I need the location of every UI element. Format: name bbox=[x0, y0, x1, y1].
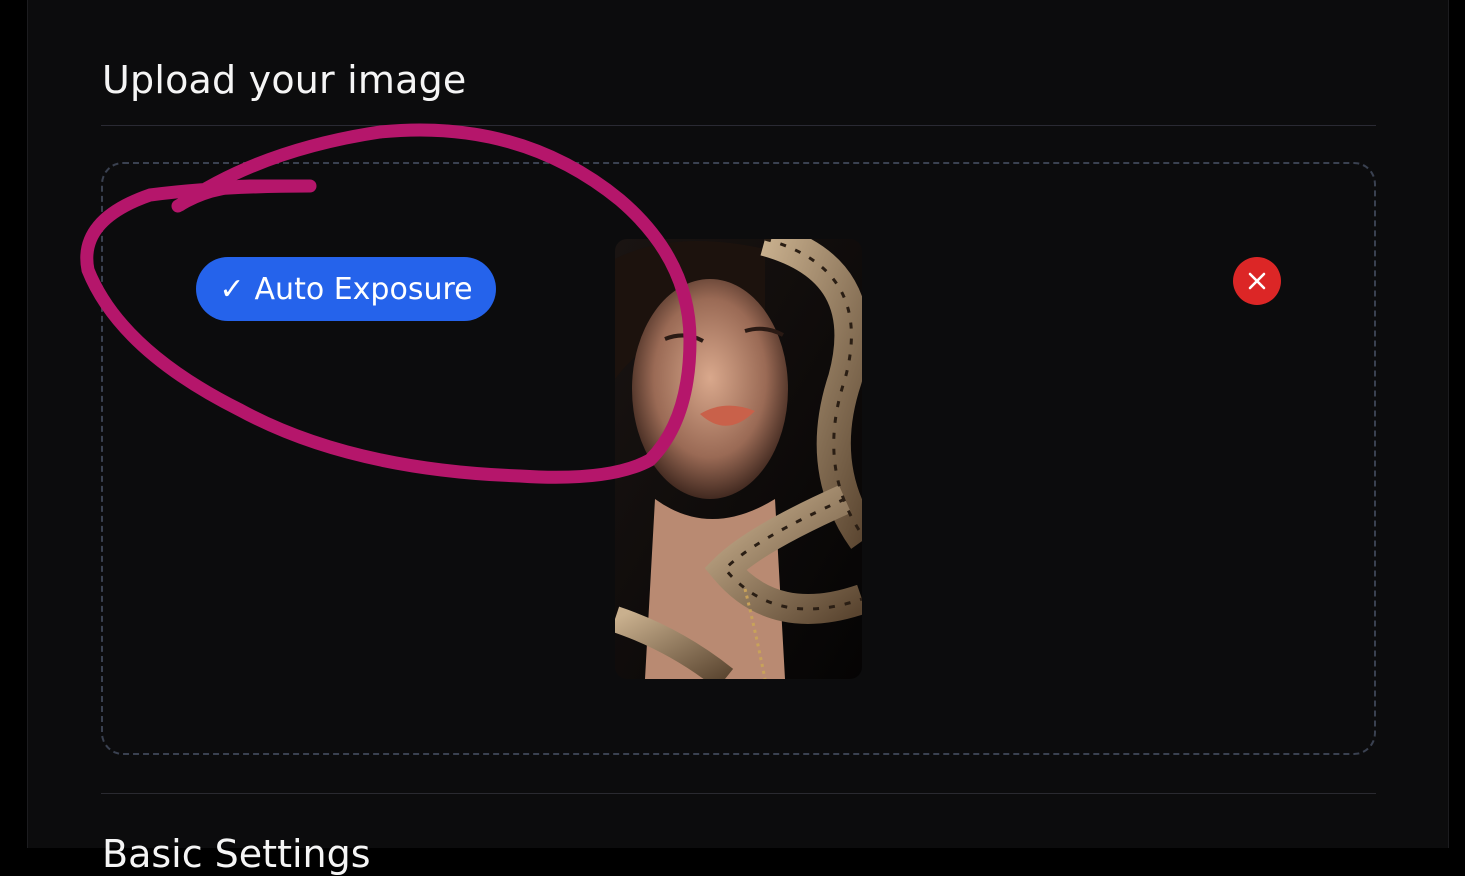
checkmark-icon: ✓ bbox=[219, 271, 245, 307]
section-divider-bottom bbox=[101, 793, 1376, 794]
auto-exposure-button[interactable]: ✓ Auto Exposure bbox=[196, 257, 496, 321]
auto-exposure-label: Auto Exposure bbox=[254, 271, 473, 307]
uploaded-image-preview bbox=[615, 239, 862, 679]
section-divider bbox=[101, 125, 1376, 126]
section-title: Upload your image bbox=[102, 58, 467, 102]
close-icon bbox=[1248, 272, 1266, 290]
remove-image-button[interactable] bbox=[1233, 257, 1281, 305]
next-section-title: Basic Settings bbox=[102, 832, 371, 876]
preview-image bbox=[615, 239, 862, 679]
